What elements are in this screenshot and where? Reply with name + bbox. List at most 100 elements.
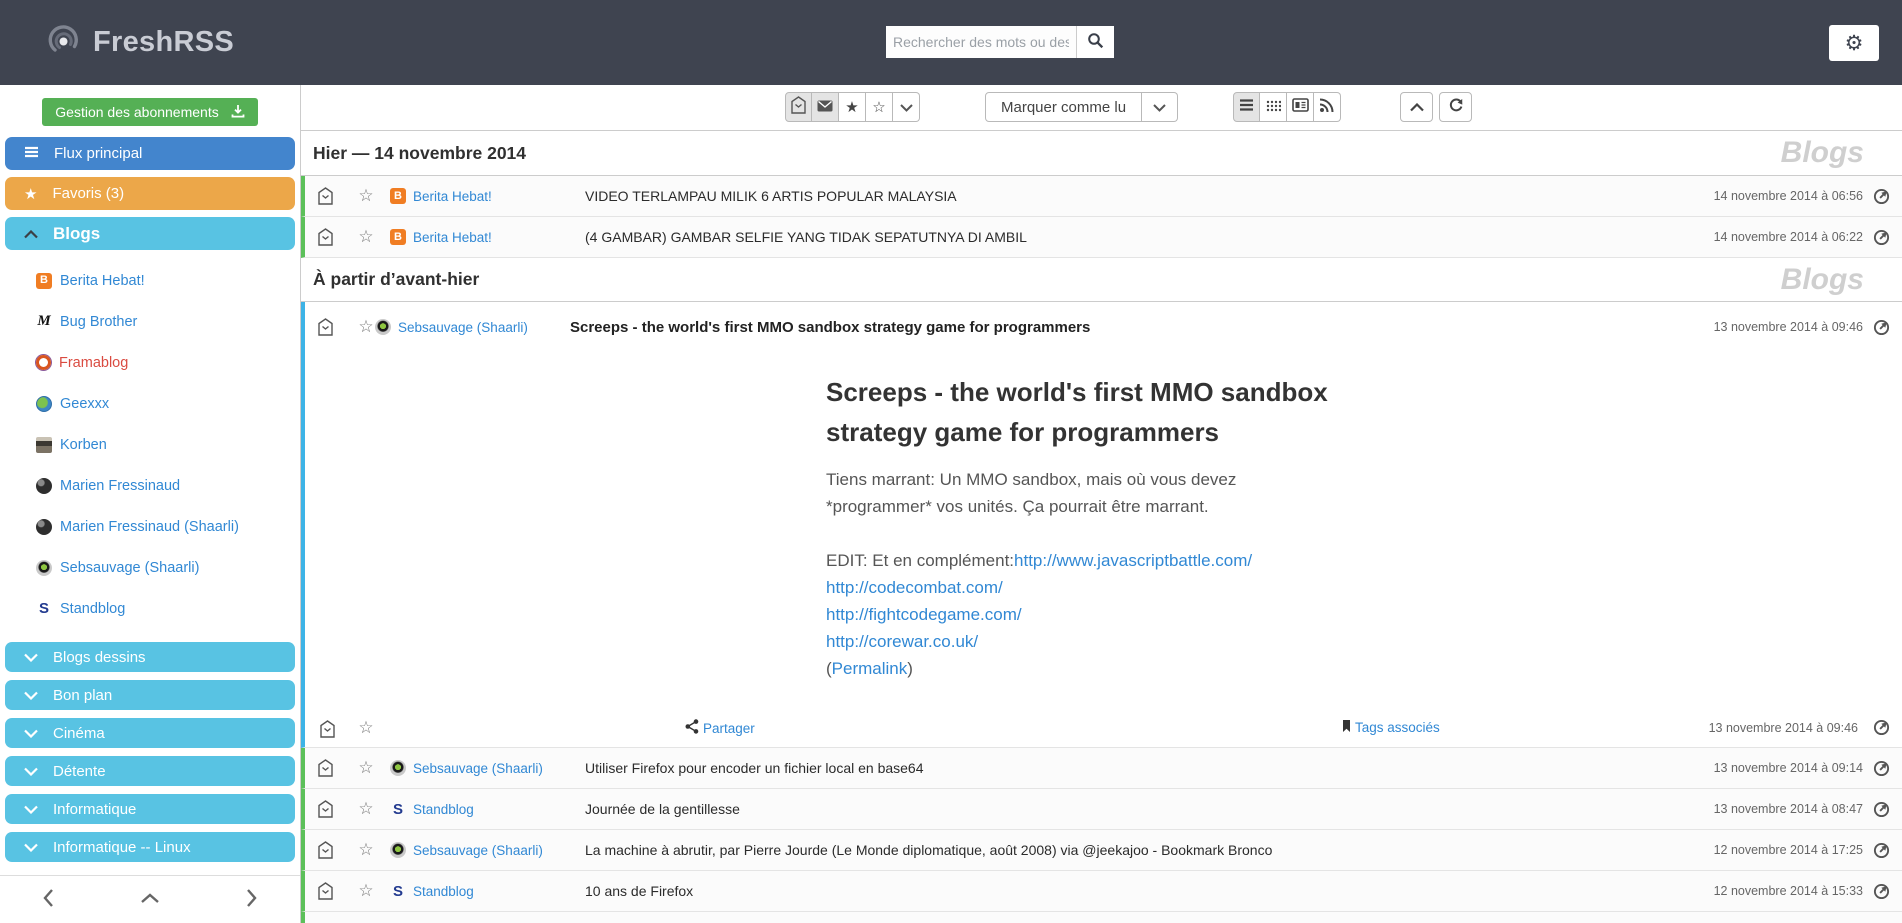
article-row[interactable]: ☆ Sebsauvage (Shaarli) Utiliser Firefox … [301,748,1902,789]
article-row[interactable]: ☆ Berita Hebat! (4 GAMBAR) GAMBAR SELFIE… [301,217,1902,258]
external-link-icon[interactable] [1873,801,1890,818]
favorite-star-icon[interactable]: ☆ [357,758,375,778]
article-title[interactable]: 10 ans de Firefox [585,883,1714,899]
article-title[interactable]: La machine à abrutir, par Pierre Jourde … [585,842,1714,858]
feed-name[interactable]: Berita Hebat! [413,189,585,204]
favorite-star-icon[interactable]: ☆ [357,317,375,337]
favorite-star-icon[interactable]: ☆ [357,799,375,819]
feed-name[interactable]: Sebsauvage (Shaarli) [413,843,585,858]
external-link-icon[interactable] [1873,229,1890,246]
view-rss-button[interactable] [1314,92,1341,122]
mark-read-envelope-icon[interactable] [317,841,334,859]
view-global-button[interactable] [1260,92,1287,122]
external-link-icon[interactable] [1873,319,1890,336]
mark-read-envelope-icon[interactable] [317,318,334,336]
article-title[interactable]: Journée de la gentillesse [585,801,1714,817]
external-link-icon[interactable] [1873,883,1890,900]
feed-name[interactable]: Standblog [413,802,585,817]
feed-name: Geexxx [60,396,109,412]
sidebar-category-informatique[interactable]: Informatique [5,794,295,824]
feed-name[interactable]: Berita Hebat! [413,230,585,245]
search-input[interactable] [886,26,1076,58]
article-title[interactable]: Screeps - the world's first MMO sandbox … [570,319,1714,336]
scroll-top-button[interactable] [1400,92,1433,122]
favorite-star-icon[interactable]: ☆ [357,881,375,901]
tags-link[interactable]: Tags associés [1342,719,1440,736]
view-reader-button[interactable] [1287,92,1314,122]
filter-not-favorite-button[interactable]: ☆ [866,92,893,122]
sidebar-feed-item[interactable]: Framablog [0,342,300,383]
external-link-icon[interactable] [1873,760,1890,777]
article-row-expanded[interactable]: ☆ Sebsauvage (Shaarli) Screeps - the wor… [305,302,1902,352]
sidebar-feed-item[interactable]: Korben [0,424,300,465]
mark-read-envelope-icon[interactable] [317,228,334,246]
manage-subscriptions-button[interactable]: Gestion des abonnements [42,98,258,126]
expanded-article: ☆ Sebsauvage (Shaarli) Screeps - the wor… [301,302,1902,748]
filter-unread-button[interactable] [785,92,812,122]
article-row[interactable]: ☆ Standblog 10 ans de Firefox 12 novembr… [301,871,1902,912]
feed-name: Standblog [60,601,125,617]
scroll-top-arrow-button[interactable] [135,886,165,913]
filter-dropdown-button[interactable] [893,92,920,122]
mark-read-envelope-icon[interactable] [317,800,334,818]
refresh-button[interactable] [1439,92,1472,122]
external-link-icon[interactable] [1873,842,1890,859]
article-row[interactable]: ☆ Standblog Journée de la gentillesse 13… [301,789,1902,830]
sidebar-category-blogs[interactable]: Blogs [5,217,295,250]
favorite-star-icon[interactable]: ☆ [357,186,375,206]
feed-name[interactable]: Standblog [413,884,585,899]
mark-as-read-dropdown-button[interactable] [1142,92,1178,122]
settings-button[interactable]: ⚙ [1829,25,1879,61]
bookmark-tag-icon [1342,719,1351,736]
favorite-star-icon[interactable]: ☆ [357,718,375,738]
mark-read-envelope-icon[interactable] [317,759,334,777]
article-link[interactable]: http://www.javascriptbattle.com/ [1014,551,1252,570]
external-link-icon[interactable] [1873,188,1890,205]
sidebar-item-main-stream[interactable]: Flux principal [5,137,295,170]
favorite-star-icon[interactable]: ☆ [357,840,375,860]
article-row[interactable]: ☆ Sebsauvage (Shaarli) La machine à abru… [301,830,1902,871]
article-title[interactable]: (4 GAMBAR) GAMBAR SELFIE YANG TIDAK SEPA… [585,229,1714,245]
sidebar-category-cinema[interactable]: Cinéma [5,718,295,748]
previous-arrow-button[interactable] [37,883,60,916]
sidebar-feed-item[interactable]: Berita Hebat! [0,260,300,301]
sidebar-feed-item[interactable]: Sebsauvage (Shaarli) [0,547,300,588]
article-link[interactable]: http://codecombat.com/ [826,578,1003,597]
share-link[interactable]: Partager [685,719,755,737]
sidebar-feed-item[interactable]: Standblog [0,588,300,629]
article-row[interactable] [301,912,1902,923]
next-arrow-button[interactable] [240,883,263,916]
sidebar-category-detente[interactable]: Détente [5,756,295,786]
mark-read-envelope-icon[interactable] [317,882,334,900]
permalink-link[interactable]: Permalink [832,659,908,678]
feed-name[interactable]: Sebsauvage (Shaarli) [413,761,585,776]
app-logo[interactable]: FreshRSS [46,22,234,63]
article-link[interactable]: http://fightcodegame.com/ [826,605,1022,624]
dark-globe-favicon [36,519,52,535]
sidebar-feed-item[interactable]: Marien Fressinaud (Shaarli) [0,506,300,547]
mark-read-envelope-icon[interactable] [319,720,336,738]
feed-name[interactable]: Sebsauvage (Shaarli) [398,320,570,335]
mark-as-read-button[interactable]: Marquer comme lu [985,92,1142,122]
article-title[interactable]: VIDEO TERLAMPAU MILIK 6 ARTIS POPULAR MA… [585,188,1714,204]
sidebar-feed-item[interactable]: Bug Brother [0,301,300,342]
sidebar-category-blogs-dessins[interactable]: Blogs dessins [5,642,295,672]
article-heading: Screeps - the world's first MMO sandbox … [826,372,1386,452]
filter-read-button[interactable] [812,92,839,122]
dark-globe-favicon [36,478,52,494]
view-list-button[interactable] [1233,92,1260,122]
star-filled-icon: ★ [845,98,858,116]
external-link-icon[interactable] [1873,719,1890,736]
sidebar-category-bon-plan[interactable]: Bon plan [5,680,295,710]
filter-favorite-button[interactable]: ★ [839,92,866,122]
sidebar-category-informatique-linux[interactable]: Informatique -- Linux [5,832,295,862]
article-row[interactable]: ☆ Berita Hebat! VIDEO TERLAMPAU MILIK 6 … [301,176,1902,217]
sidebar-item-favorites[interactable]: ★ Favoris (3) [5,177,295,210]
mark-read-envelope-icon[interactable] [317,187,334,205]
article-link[interactable]: http://corewar.co.uk/ [826,632,978,651]
article-title[interactable]: Utiliser Firefox pour encoder un fichier… [585,760,1714,776]
sidebar-feed-item[interactable]: Marien Fressinaud [0,465,300,506]
sidebar-feed-item[interactable]: Geexxx [0,383,300,424]
search-button[interactable] [1076,26,1114,58]
favorite-star-icon[interactable]: ☆ [357,227,375,247]
